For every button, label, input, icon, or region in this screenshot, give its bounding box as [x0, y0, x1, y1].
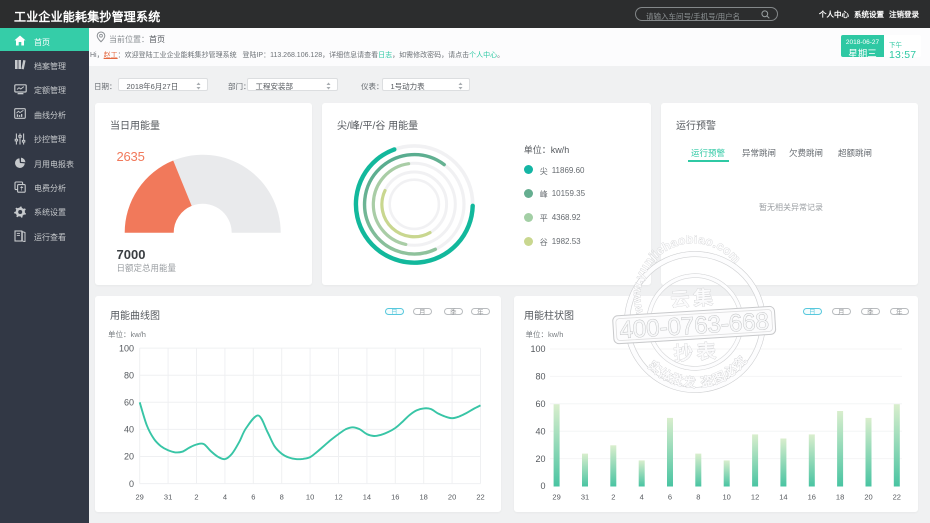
svg-text:12: 12	[334, 493, 342, 502]
svg-text:2: 2	[611, 493, 615, 502]
svg-text:18: 18	[836, 493, 844, 502]
svg-text:20: 20	[124, 452, 134, 462]
svg-text:0: 0	[540, 481, 545, 491]
svg-text:60: 60	[535, 399, 545, 409]
svg-text:40: 40	[535, 426, 545, 436]
svg-text:14: 14	[779, 493, 787, 502]
svg-text:31: 31	[164, 493, 172, 502]
svg-text:29: 29	[136, 493, 144, 502]
svg-text:20: 20	[535, 454, 545, 464]
svg-text:10: 10	[306, 493, 314, 502]
svg-text:8: 8	[696, 493, 700, 502]
svg-text:31: 31	[581, 493, 589, 502]
svg-text:16: 16	[391, 493, 399, 502]
svg-text:6: 6	[668, 493, 672, 502]
svg-text:4: 4	[223, 493, 227, 502]
svg-text:4: 4	[640, 493, 644, 502]
svg-text:100: 100	[119, 343, 134, 353]
svg-text:10: 10	[723, 493, 731, 502]
svg-text:80: 80	[535, 372, 545, 382]
svg-text:8: 8	[280, 493, 284, 502]
svg-text:20: 20	[448, 493, 456, 502]
svg-text:80: 80	[124, 370, 134, 380]
svg-text:6: 6	[251, 493, 255, 502]
svg-text:22: 22	[893, 493, 901, 502]
svg-text:0: 0	[129, 479, 134, 489]
svg-text:16: 16	[808, 493, 816, 502]
svg-text:22: 22	[476, 493, 484, 502]
svg-text:100: 100	[530, 344, 545, 354]
svg-text:20: 20	[864, 493, 872, 502]
svg-text:2: 2	[194, 493, 198, 502]
svg-text:18: 18	[420, 493, 428, 502]
svg-text:40: 40	[124, 425, 134, 435]
svg-text:14: 14	[363, 493, 371, 502]
svg-text:60: 60	[124, 398, 134, 408]
svg-text:12: 12	[751, 493, 759, 502]
svg-text:29: 29	[552, 493, 560, 502]
